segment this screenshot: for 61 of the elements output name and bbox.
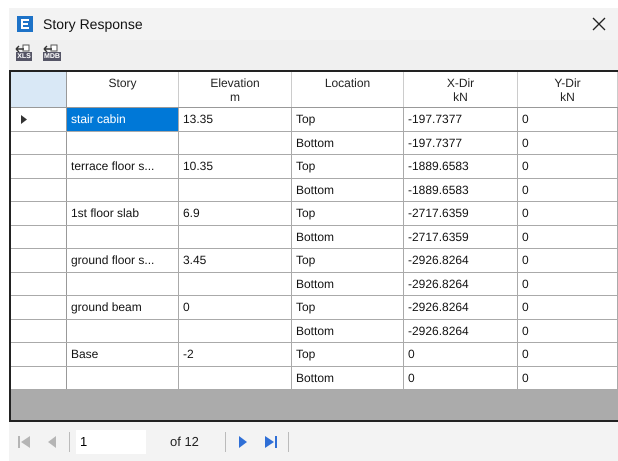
- table-cell: 0: [404, 343, 518, 366]
- table-cell: Bottom: [292, 226, 404, 248]
- table-cell: -2926.8264: [404, 296, 518, 318]
- table-cell: -2717.6359: [404, 202, 518, 224]
- column-header[interactable]: Y-Dir kN: [518, 72, 618, 107]
- column-header[interactable]: Elevation m: [179, 72, 292, 107]
- table-cell: 0: [518, 249, 618, 272]
- column-header[interactable]: X-Dir kN: [404, 72, 518, 107]
- last-page-icon: [262, 434, 279, 450]
- table-cell: -2926.8264: [404, 320, 518, 342]
- table-cell: Top: [292, 155, 404, 178]
- table-cell: Bottom: [292, 366, 404, 389]
- table-cell: stair cabin: [67, 108, 179, 130]
- table-cell: 0: [518, 343, 618, 366]
- table-cell: 0: [404, 366, 518, 389]
- table-cell: 0: [518, 178, 618, 201]
- column-header[interactable]: Story: [67, 72, 179, 107]
- table-cell: Bottom: [292, 132, 404, 154]
- table-cell: 0: [518, 366, 618, 389]
- table-cell: Top: [292, 202, 404, 224]
- table-cell: -2926.8264: [404, 249, 518, 272]
- table-cell: -2717.6359: [404, 226, 518, 248]
- table-cell: 0: [518, 296, 618, 318]
- table-cell: Top: [292, 249, 404, 272]
- table-cell: -1889.6583: [404, 155, 518, 178]
- table-cell: 10.35: [179, 155, 292, 178]
- table-cell: -2: [179, 343, 292, 366]
- table-cell: Base: [67, 343, 179, 366]
- table-cell: 0: [518, 226, 618, 248]
- table-cell: -197.7377: [404, 132, 518, 154]
- table-cell: 0: [518, 202, 618, 224]
- table-cell: Bottom: [292, 320, 404, 342]
- app-logo-icon: [17, 16, 33, 32]
- table-cell: 0: [518, 320, 618, 342]
- current-row-icon: [21, 114, 27, 124]
- table-cell: -197.7377: [404, 108, 518, 130]
- table-cell: 6.9: [179, 202, 292, 224]
- table-cell: 0: [179, 296, 292, 318]
- table-cell: 0: [518, 108, 618, 130]
- first-page-icon: [16, 434, 32, 450]
- table-cell: 0: [518, 155, 618, 178]
- table-cell: Bottom: [292, 272, 404, 295]
- table-cell: -2926.8264: [404, 272, 518, 295]
- table-cell: ground beam: [67, 296, 179, 318]
- table-cell: Bottom: [292, 178, 404, 201]
- table-cell: -1889.6583: [404, 178, 518, 201]
- table-cell: 3.45: [179, 249, 292, 272]
- table-cell: terrace floor s...: [67, 155, 179, 178]
- table-cell: ground floor s...: [67, 249, 179, 272]
- table-cell: 0: [518, 132, 618, 154]
- table-cell: 13.35: [179, 108, 292, 130]
- table-cell: Top: [292, 296, 404, 318]
- column-header[interactable]: Location: [292, 72, 404, 107]
- table-cell: 1st floor slab: [67, 202, 179, 224]
- window-title: Story Response: [43, 14, 143, 34]
- page-count: of 12: [170, 432, 199, 451]
- table-cell: Top: [292, 343, 404, 366]
- table-cell: Top: [292, 108, 404, 130]
- close-button[interactable]: [590, 15, 608, 33]
- table-cell: 0: [518, 272, 618, 295]
- page-field[interactable]: 1: [76, 430, 146, 454]
